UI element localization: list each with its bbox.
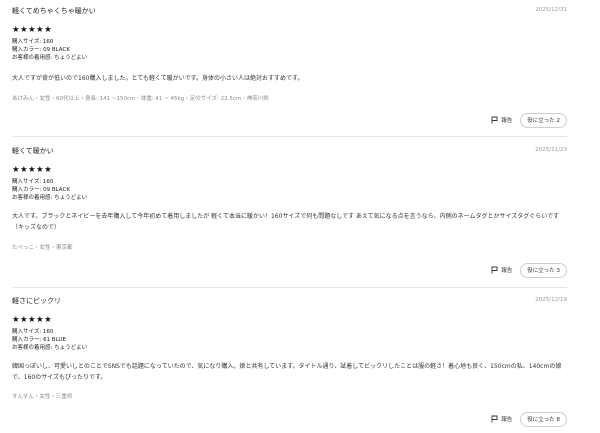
- helpful-button[interactable]: 役に立った 8: [520, 411, 567, 427]
- purchase-color: 購入カラー: 09 BLACK: [12, 187, 70, 193]
- review-actions: 報告 役に立った 2: [491, 112, 567, 128]
- review-list: 軽くてめちゃくちゃ暖かい 2025/12/31 ★★★★★ 購入サイズ: 160…: [0, 0, 600, 433]
- purchase-color: 購入カラー: 09 BLACK: [12, 47, 70, 53]
- review-date: 2025/12/31: [535, 7, 567, 13]
- flag-icon: [491, 415, 498, 423]
- report-button[interactable]: 報告: [491, 266, 512, 274]
- review-date: 2025/11/23: [535, 147, 567, 153]
- report-label: 報告: [501, 118, 513, 124]
- star-rating: ★★★★★: [12, 165, 53, 175]
- flag-icon: [491, 116, 498, 124]
- review-date: 2025/12/19: [535, 297, 567, 303]
- review-header: 軽くてめちゃくちゃ暖かい 2025/12/31: [12, 6, 567, 20]
- purchase-info: 購入サイズ: 160 購入カラー: 09 BLACK お客様の着用感: ちょうど…: [12, 38, 87, 62]
- divider: [12, 287, 567, 288]
- review-body: 大人です。ブラックとネイビーを去年購入して今年初めて着用しましたが 軽くて本当に…: [12, 213, 560, 231]
- purchase-size: 購入サイズ: 160: [12, 179, 54, 185]
- report-button[interactable]: 報告: [491, 116, 512, 124]
- divider: [12, 136, 567, 137]
- review-header: 軽さにビックリ 2025/12/19: [12, 296, 567, 310]
- purchase-size: 購入サイズ: 160: [12, 39, 54, 45]
- review-card: 軽さにビックリ 2025/12/19 ★★★★★ 購入サイズ: 160 購入カラ…: [0, 296, 600, 433]
- helpful-button[interactable]: 役に立った 2: [520, 112, 567, 128]
- review-title: 軽くて暖かい: [12, 147, 54, 155]
- helpful-button[interactable]: 役に立った 3: [520, 262, 567, 278]
- flag-icon: [491, 266, 498, 274]
- reviewer-info: たべっこ・女性・東京都: [12, 245, 73, 251]
- review-title: 軽くてめちゃくちゃ暖かい: [12, 7, 96, 15]
- reviewer-info: すんすん・女性・三重県: [12, 394, 73, 400]
- star-rating: ★★★★★: [12, 25, 53, 35]
- review-actions: 報告 役に立った 8: [491, 411, 567, 427]
- purchase-info: 購入サイズ: 160 購入カラー: 09 BLACK お客様の着用感: ちょうど…: [12, 178, 87, 202]
- report-label: 報告: [501, 417, 513, 423]
- fit-feedback: お客様の着用感: ちょうどよい: [12, 345, 88, 351]
- review-card: 軽くてめちゃくちゃ暖かい 2025/12/31 ★★★★★ 購入サイズ: 160…: [0, 6, 600, 131]
- review-body: 韓国っぽいし、可愛いしとのことでSNSでも話題になっていたので、気になり購入。娘…: [12, 363, 562, 381]
- review-actions: 報告 役に立った 3: [491, 262, 567, 278]
- star-rating: ★★★★★: [12, 315, 53, 325]
- review-title: 軽さにビックリ: [12, 297, 61, 305]
- reviewer-info: あけみん・女性・60代以上・身長: 141 ~150cm・体重: 41 ~ 45…: [12, 96, 269, 102]
- report-label: 報告: [501, 268, 513, 274]
- review-header: 軽くて暖かい 2025/11/23: [12, 146, 567, 160]
- review-card: 軽くて暖かい 2025/11/23 ★★★★★ 購入サイズ: 160 購入カラー…: [0, 146, 600, 286]
- review-body: 大人ですが背が低いので160購入しました。とても軽くて暖かいです。身体の小さい人…: [12, 75, 304, 82]
- report-button[interactable]: 報告: [491, 415, 512, 423]
- fit-feedback: お客様の着用感: ちょうどよい: [12, 55, 88, 61]
- purchase-size: 購入サイズ: 160: [12, 329, 54, 335]
- fit-feedback: お客様の着用感: ちょうどよい: [12, 195, 88, 201]
- purchase-info: 購入サイズ: 160 購入カラー: 61 BLUE お客様の着用感: ちょうどよ…: [12, 328, 87, 352]
- purchase-color: 購入カラー: 61 BLUE: [12, 337, 66, 343]
